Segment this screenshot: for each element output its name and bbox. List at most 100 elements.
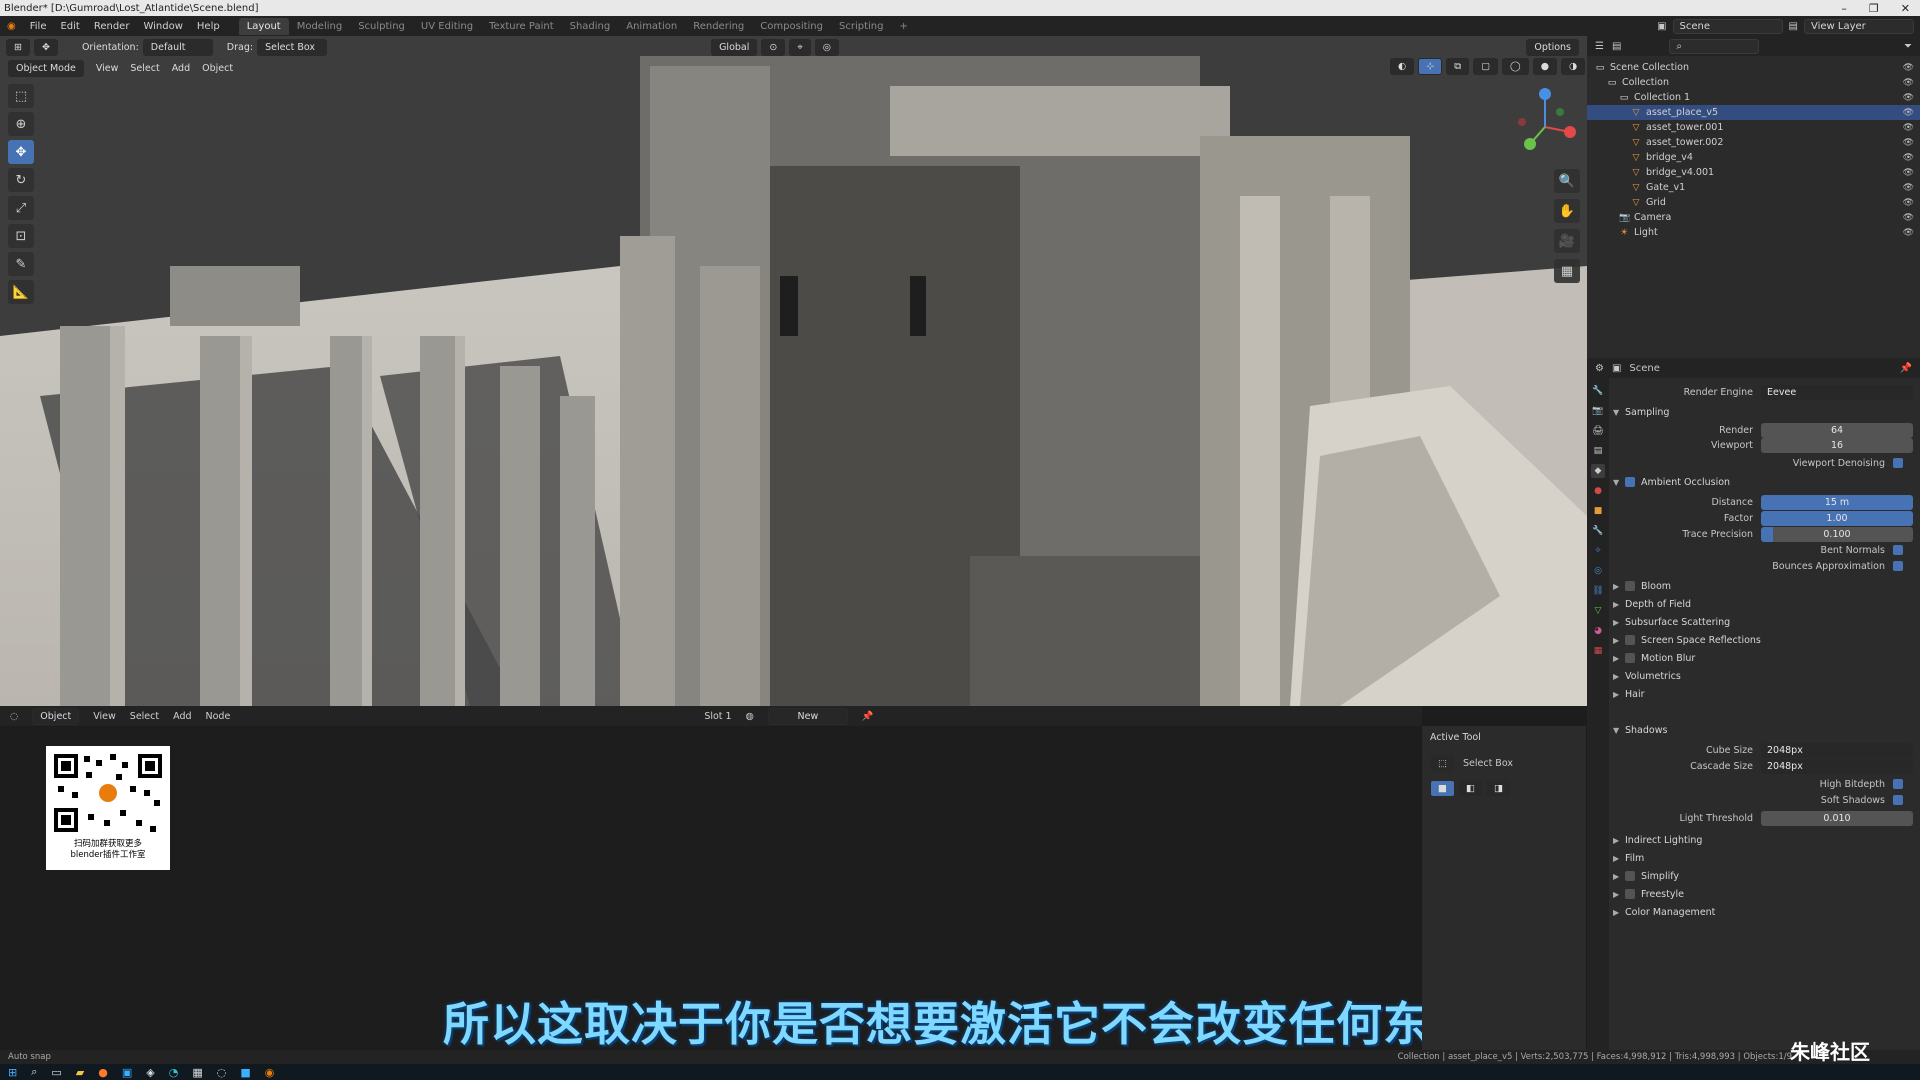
- overlay-toggle-icon[interactable]: ⧉: [1446, 58, 1470, 75]
- outliner-row[interactable]: ▽ Grid 👁: [1587, 195, 1920, 210]
- pin-icon[interactable]: 📌: [862, 711, 874, 722]
- annotate-tool-icon[interactable]: ✎: [8, 252, 34, 276]
- eye-visibility-icon[interactable]: 👁: [1903, 63, 1914, 73]
- slot-dropdown[interactable]: Slot 1: [704, 711, 731, 722]
- pivot-point-icon[interactable]: ⊙: [761, 38, 786, 56]
- search-icon[interactable]: ⌕: [31, 1065, 37, 1079]
- light-threshold-field[interactable]: 0.010: [1761, 810, 1913, 826]
- display-mode-icon[interactable]: ▤: [1612, 41, 1621, 52]
- tab-rendering[interactable]: Rendering: [685, 18, 752, 35]
- particles-tab-icon[interactable]: ✧: [1591, 544, 1605, 558]
- soft-shadows-checkbox[interactable]: [1893, 795, 1903, 805]
- edge-browser-icon[interactable]: ◔: [169, 1066, 179, 1079]
- outliner-row[interactable]: 📷 Camera 👁: [1587, 210, 1920, 225]
- panel-header[interactable]: ▶ Hair: [1613, 686, 1913, 702]
- mode-dropdown[interactable]: Object Mode: [8, 59, 84, 77]
- output-tab-icon[interactable]: 🖨: [1591, 424, 1605, 438]
- navigation-gizmo[interactable]: 🔍 ✋ 🎥 ▦: [1510, 82, 1580, 283]
- shader-editor[interactable]: ◌ Object View Select Add Node Slot 1 ◍ N…: [0, 706, 1422, 1050]
- tab-layout[interactable]: Layout: [238, 17, 289, 35]
- node-menu-add[interactable]: Add: [173, 711, 191, 722]
- task-view-icon[interactable]: ▭: [51, 1066, 61, 1079]
- menu-help[interactable]: Help: [190, 21, 227, 32]
- photoshop-icon[interactable]: ▣: [122, 1066, 132, 1079]
- bent-normals-checkbox[interactable]: [1893, 545, 1903, 555]
- modifier-tab-icon[interactable]: 🔧: [1591, 524, 1605, 538]
- axis-gizmo-icon[interactable]: [1510, 82, 1580, 162]
- panel-header[interactable]: ▶ Bloom: [1613, 578, 1913, 594]
- transform-tool-icon[interactable]: ⊡: [8, 224, 34, 248]
- sampling-viewport-field[interactable]: 16: [1761, 437, 1913, 453]
- menu-window[interactable]: Window: [136, 21, 189, 32]
- bounces-approx-checkbox[interactable]: [1893, 561, 1903, 571]
- eye-visibility-icon[interactable]: 👁: [1903, 93, 1914, 103]
- close-button[interactable]: ✕: [1901, 2, 1910, 15]
- sampling-render-field[interactable]: 64: [1761, 422, 1913, 438]
- tab-scripting[interactable]: Scripting: [831, 18, 891, 35]
- move-tool-icon[interactable]: ✥: [8, 140, 34, 164]
- sampling-panel-header[interactable]: ▼ Sampling: [1613, 404, 1913, 420]
- firefox-icon[interactable]: ●: [98, 1066, 108, 1079]
- eye-visibility-icon[interactable]: 👁: [1903, 138, 1914, 148]
- options-dropdown[interactable]: Options: [1526, 38, 1579, 56]
- tab-texture-paint[interactable]: Texture Paint: [481, 18, 562, 35]
- eye-visibility-icon[interactable]: 👁: [1903, 123, 1914, 133]
- panel-checkbox[interactable]: [1625, 653, 1635, 663]
- solid-shading-icon[interactable]: ●: [1532, 58, 1557, 75]
- blender-logo-icon[interactable]: ◉: [0, 21, 23, 32]
- select-tool-icon[interactable]: ⬚: [8, 84, 34, 108]
- eye-visibility-icon[interactable]: 👁: [1903, 78, 1914, 88]
- view-layer-tab-icon[interactable]: ▤: [1591, 444, 1605, 458]
- panel-header[interactable]: ▶ Screen Space Reflections: [1613, 632, 1913, 648]
- viewport-menu-select[interactable]: Select: [130, 63, 159, 74]
- tab-uv-editing[interactable]: UV Editing: [413, 18, 481, 35]
- panel-header[interactable]: ▶ Motion Blur: [1613, 650, 1913, 666]
- scene-tab-icon[interactable]: ◆: [1591, 464, 1605, 478]
- outliner-row[interactable]: ☀ Light 👁: [1587, 225, 1920, 240]
- editor-type-icon[interactable]: ◌: [10, 711, 18, 722]
- material-shading-icon[interactable]: ◑: [1560, 58, 1586, 75]
- select-mode-extend-icon[interactable]: ◧: [1457, 780, 1483, 797]
- menu-render[interactable]: Render: [87, 21, 137, 32]
- menu-edit[interactable]: Edit: [53, 21, 86, 32]
- eye-visibility-icon[interactable]: 👁: [1903, 213, 1914, 223]
- visibility-icon[interactable]: ◐: [1390, 58, 1415, 75]
- zoom-icon[interactable]: 🔍: [1554, 169, 1580, 193]
- cascade-size-dropdown[interactable]: 2048px: [1761, 758, 1913, 774]
- filter-icon[interactable]: ⏷: [1904, 41, 1920, 52]
- outliner-row[interactable]: ▭ Collection 1 👁: [1587, 90, 1920, 105]
- ao-distance-field[interactable]: 15 m: [1761, 494, 1913, 510]
- panel-header[interactable]: ▶ Color Management: [1613, 904, 1913, 920]
- material-browse-icon[interactable]: ◍: [746, 711, 754, 722]
- editor-type-icon[interactable]: ⊞: [6, 38, 30, 56]
- cursor-tool-icon[interactable]: ⊕: [8, 112, 34, 136]
- ao-panel-header[interactable]: ▼ Ambient Occlusion: [1613, 474, 1913, 490]
- tool-tab-icon[interactable]: 🔧: [1591, 384, 1605, 398]
- panel-checkbox[interactable]: [1625, 635, 1635, 645]
- tab-animation[interactable]: Animation: [618, 18, 685, 35]
- ao-factor-field[interactable]: 1.00: [1761, 510, 1913, 526]
- outliner-row[interactable]: ▭ Collection 👁: [1587, 75, 1920, 90]
- render-engine-dropdown[interactable]: Eevee: [1761, 384, 1913, 400]
- data-tab-icon[interactable]: ▽: [1591, 604, 1605, 618]
- menu-file[interactable]: File: [23, 21, 54, 32]
- minimize-button[interactable]: –: [1841, 2, 1847, 15]
- drag-dropdown[interactable]: Select Box: [257, 38, 328, 56]
- panel-checkbox[interactable]: [1625, 581, 1635, 591]
- eye-visibility-icon[interactable]: 👁: [1903, 168, 1914, 178]
- node-menu-select[interactable]: Select: [130, 711, 159, 722]
- panel-checkbox[interactable]: [1625, 889, 1635, 899]
- wireframe-shading-icon[interactable]: ◯: [1502, 58, 1529, 75]
- camera-view-icon[interactable]: 🎥: [1554, 229, 1580, 253]
- ao-checkbox[interactable]: [1625, 477, 1635, 487]
- maximize-button[interactable]: ❐: [1869, 2, 1879, 15]
- start-menu-icon[interactable]: ⊞: [8, 1066, 17, 1079]
- panel-header[interactable]: ▶ Freestyle: [1613, 886, 1913, 902]
- panel-header[interactable]: ▶ Volumetrics: [1613, 668, 1913, 684]
- blender-taskbar-icon[interactable]: ◉: [265, 1066, 275, 1079]
- transform-orientation-dropdown[interactable]: Global: [711, 38, 758, 56]
- select-mode-new-icon[interactable]: ■: [1430, 780, 1455, 797]
- high-bitdepth-checkbox[interactable]: [1893, 779, 1903, 789]
- material-tab-icon[interactable]: ◕: [1591, 624, 1605, 638]
- panel-header[interactable]: ▶ Simplify: [1613, 868, 1913, 884]
